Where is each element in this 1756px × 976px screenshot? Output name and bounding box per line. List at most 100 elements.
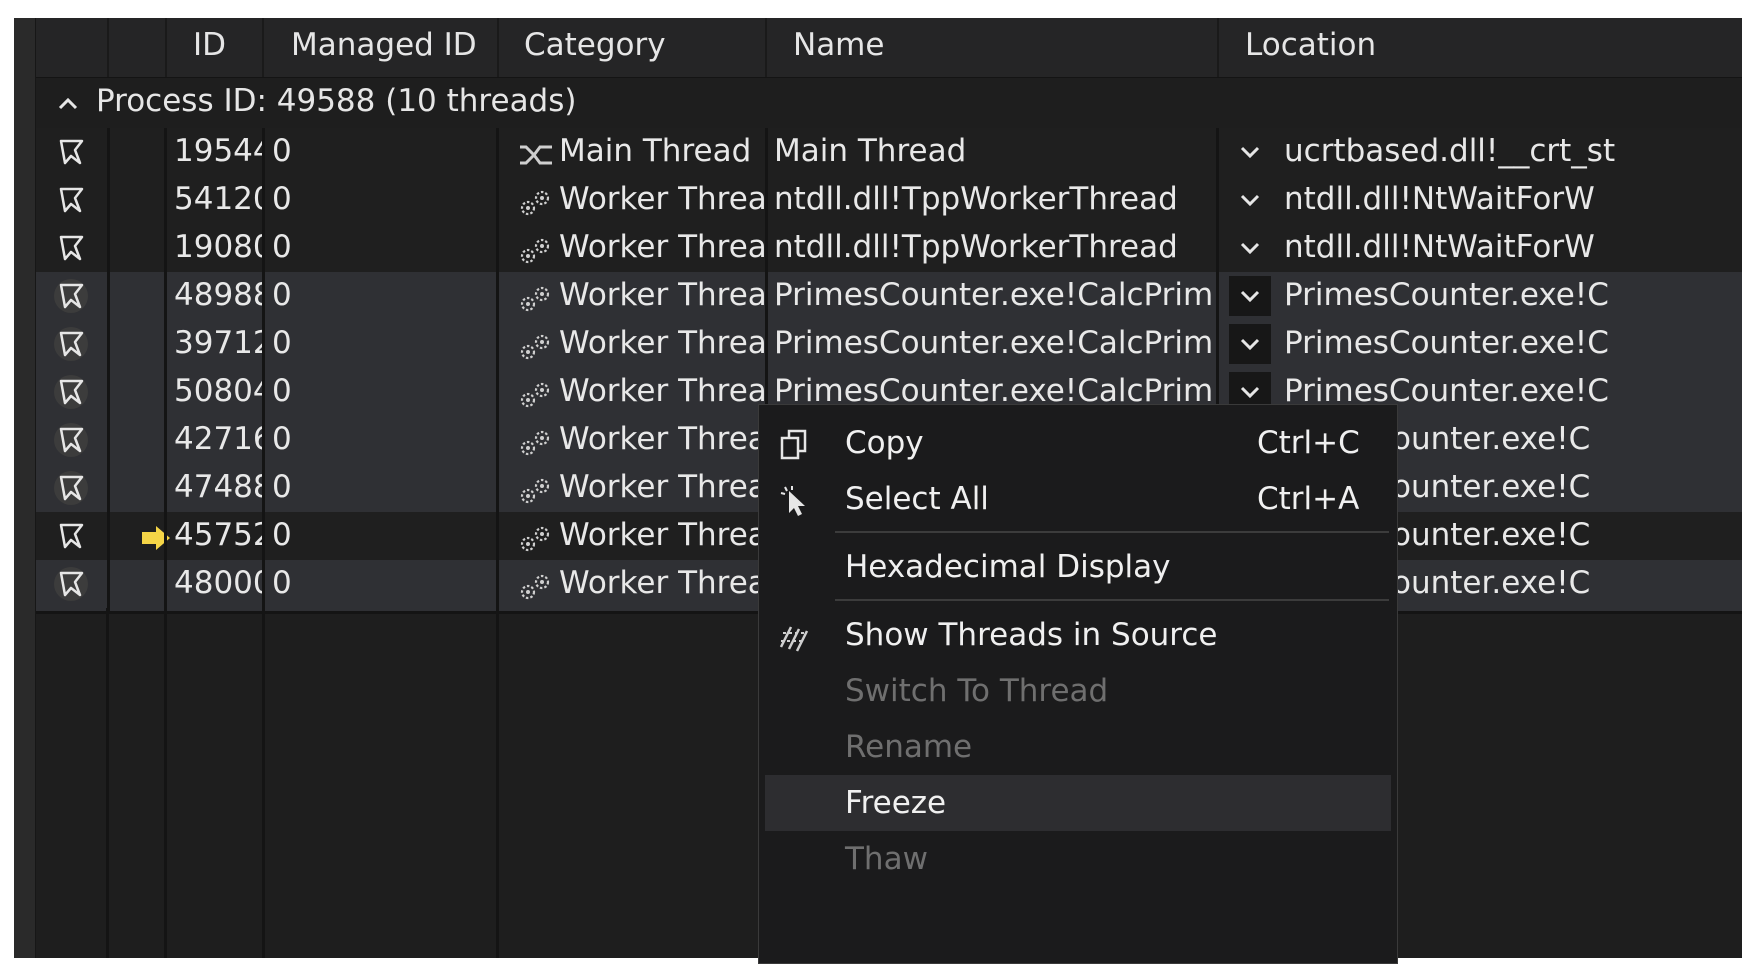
collapse-caret-icon[interactable] xyxy=(56,92,80,116)
column-header-flag[interactable] xyxy=(36,18,109,77)
worker-thread-icon xyxy=(518,525,554,553)
thread-row[interactable]: 48988 0 Worker ThreadPrimesCounter.exe!Cal… xyxy=(36,272,1742,326)
flag-icon[interactable] xyxy=(56,473,86,503)
main-thread-icon xyxy=(518,141,554,169)
menu-item-hexadecimal-display[interactable]: Hexadecimal Display xyxy=(759,539,1397,595)
location: ntdll.dll!NtWaitForW xyxy=(1284,181,1595,217)
menu-separator xyxy=(835,531,1389,533)
location-expand-caret-icon[interactable] xyxy=(1239,336,1261,352)
thread-row[interactable]: 39712 0 Worker ThreadPrimesCounter.exe!Cal… xyxy=(36,320,1742,374)
menu-item-thaw[interactable]: Thaw xyxy=(759,831,1397,887)
menu-item-label: Hexadecimal Display xyxy=(845,549,1171,585)
column-header-managed-id[interactable]: Managed ID xyxy=(264,18,499,77)
location: ucrtbased.dll!__crt_st xyxy=(1284,133,1616,169)
menu-item-select-all[interactable]: Select All Ctrl+A xyxy=(759,471,1397,527)
copy-icon xyxy=(780,429,807,460)
managed-id: 0 xyxy=(272,133,292,169)
column-divider xyxy=(164,272,167,323)
thread-name: Main Thread xyxy=(774,133,967,169)
thread-name: PrimesCounter.exe!CalcPrimes() xyxy=(774,325,1214,361)
column-header-category[interactable]: Category xyxy=(499,18,767,77)
column-divider xyxy=(496,416,499,467)
column-header-current[interactable] xyxy=(109,18,167,77)
flag-icon[interactable] xyxy=(56,425,86,455)
location: ounter.exe!C xyxy=(1392,421,1591,457)
menu-item-copy[interactable]: Copy Ctrl+C xyxy=(759,415,1397,471)
menu-item-switch-to-thread[interactable]: Switch To Thread xyxy=(759,663,1397,719)
flag-icon[interactable] xyxy=(56,569,86,599)
flag-icon[interactable] xyxy=(56,377,86,407)
menu-item-label: Thaw xyxy=(845,841,928,877)
location-expand-caret-icon[interactable] xyxy=(1239,288,1261,304)
flag-icon[interactable] xyxy=(56,185,86,215)
column-divider xyxy=(496,560,499,611)
column-divider xyxy=(107,224,110,275)
thread-name: ntdll.dll!TppWorkerThread xyxy=(774,181,1178,217)
menu-item-rename[interactable]: Rename xyxy=(759,719,1397,775)
worker-thread-icon xyxy=(518,429,554,457)
column-divider xyxy=(107,560,110,611)
managed-id: 0 xyxy=(272,277,292,313)
flag-icon[interactable] xyxy=(56,281,86,311)
column-divider xyxy=(107,512,110,563)
flag-icon[interactable] xyxy=(56,137,86,167)
column-divider xyxy=(765,224,768,275)
menu-item-label: Show Threads in Source xyxy=(845,617,1218,653)
column-divider xyxy=(164,368,167,419)
menu-item-label: Select All xyxy=(845,481,989,517)
thread-id: 39712 xyxy=(174,325,262,361)
column-divider xyxy=(164,464,167,515)
category: Main Thread xyxy=(559,133,752,169)
menu-item-label: Freeze xyxy=(845,785,947,821)
location: ounter.exe!C xyxy=(1392,469,1591,505)
thread-name: PrimesCounter.exe!CalcPrimes() xyxy=(774,277,1214,313)
location-expand-caret-icon[interactable] xyxy=(1239,144,1261,160)
location: ounter.exe!C xyxy=(1392,517,1591,553)
column-divider xyxy=(164,608,167,958)
location-expand-caret-icon[interactable] xyxy=(1239,192,1261,208)
column-divider xyxy=(107,272,110,323)
process-group-header[interactable]: Process ID: 49588 (10 threads) xyxy=(36,78,1742,130)
managed-id: 0 xyxy=(272,373,292,409)
column-header-id[interactable]: ID xyxy=(167,18,264,77)
column-divider xyxy=(262,464,265,515)
category: Worker Thread xyxy=(559,181,765,217)
column-divider xyxy=(164,560,167,611)
thread-id: 42716 xyxy=(174,421,262,457)
worker-thread-icon xyxy=(518,573,554,601)
thread-row[interactable]: 19544 0 Main Thread Main Thread ucrtbased.dl… xyxy=(36,128,1742,182)
column-divider xyxy=(262,608,265,958)
location: PrimesCounter.exe!C xyxy=(1284,325,1609,361)
column-divider xyxy=(496,464,499,515)
column-header-location[interactable]: Location xyxy=(1219,18,1742,77)
column-divider xyxy=(496,176,499,227)
worker-thread-icon xyxy=(518,285,554,313)
thread-id: 45752 xyxy=(174,517,262,553)
menu-item-freeze[interactable]: Freeze xyxy=(765,775,1391,831)
column-divider xyxy=(107,176,110,227)
column-header-name[interactable]: Name xyxy=(767,18,1219,77)
column-divider xyxy=(164,320,167,371)
flag-icon[interactable] xyxy=(56,233,86,263)
menu-separator xyxy=(835,599,1389,601)
worker-thread-icon xyxy=(518,189,554,217)
flag-icon[interactable] xyxy=(56,521,86,551)
location-expand-caret-icon[interactable] xyxy=(1239,240,1261,256)
location: PrimesCounter.exe!C xyxy=(1284,277,1609,313)
location-expand-caret-icon[interactable] xyxy=(1239,384,1261,400)
column-divider xyxy=(1216,176,1219,227)
column-divider xyxy=(1216,272,1219,323)
thread-row[interactable]: 19080 0 Worker Threadntdll.dll!TppWorkerTh… xyxy=(36,224,1742,278)
column-divider xyxy=(496,272,499,323)
category: Worker Thread xyxy=(559,325,765,361)
category: Worker Thread xyxy=(559,229,765,265)
category: Worker Thread xyxy=(559,277,765,313)
column-divider xyxy=(1216,128,1219,179)
managed-id: 0 xyxy=(272,325,292,361)
thread-row[interactable]: 54120 0 Worker Threadntdll.dll!TppWorkerTh… xyxy=(36,176,1742,230)
menu-item-show-threads-in-source[interactable]: Show Threads in Source xyxy=(759,607,1397,663)
column-divider xyxy=(1216,320,1219,371)
menu-item-shortcut: Ctrl+C xyxy=(1257,425,1360,461)
flag-icon[interactable] xyxy=(56,329,86,359)
current-thread-arrow-icon xyxy=(140,525,172,551)
